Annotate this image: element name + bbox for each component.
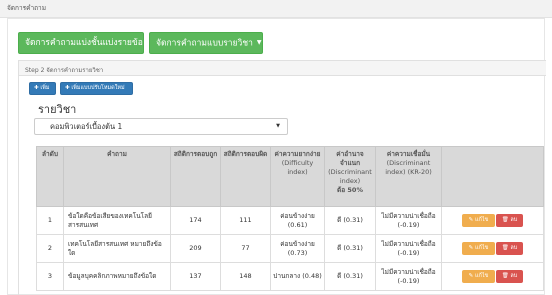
header-wrong: สถิติการตอบผิด <box>220 146 271 207</box>
row-reliability: ไม่มีความน่าเชื่อถือ (-0.19) <box>375 234 442 263</box>
edit-label: แก้ไข <box>474 217 489 223</box>
header-difficulty-label: ค่าความยากง่าย <box>274 150 321 158</box>
caret-down-icon: ▼ <box>256 39 262 46</box>
row-wrong: 111 <box>220 206 271 235</box>
row-question: ข้อใดคือข้อเสียของเทคโนโลยีสารสนเทศ <box>63 206 171 235</box>
row-wrong: 77 <box>220 234 271 263</box>
delete-label: ลบ <box>510 245 518 251</box>
plus-icon: ✚ <box>65 85 70 91</box>
trash-icon: 🗑 <box>501 273 509 279</box>
row-actions: ✎ แก้ไข 🗑 ลบ <box>441 262 544 291</box>
row-correct: 137 <box>170 262 221 291</box>
row-correct: 209 <box>170 234 221 263</box>
row-discrimination: ดี (0.31) <box>324 262 376 291</box>
header-discrimination-note: ต้อ 50% <box>337 186 363 194</box>
row-reliability: ไม่มีความน่าเชื่อถือ (-0.19) <box>375 262 442 291</box>
manage-by-subject-label: จัดการคำถามแบบรายวิชา <box>156 38 253 49</box>
table-row: 2 เทคโนโลยีสารสนเทศ หมายถึงข้อใด 209 77 … <box>36 234 544 263</box>
header-question: คำถาม <box>63 146 171 207</box>
pencil-icon: ✎ <box>468 273 474 279</box>
table-row: 3 ข้อมูลบุคคลิกภาพหมายถึงข้อใด 137 148 ป… <box>36 262 544 291</box>
add-new-mode-label: เพิ่มแบบปรับโหมดใหม่ <box>71 85 125 91</box>
row-correct: 174 <box>170 206 221 235</box>
subject-select[interactable]: คอมพิวเตอร์เบื้องต้น 1 ▼ <box>34 118 288 135</box>
header-correct: สถิติการตอบถูก <box>170 146 221 207</box>
row-discrimination: ดี (0.31) <box>324 206 376 235</box>
manage-by-subject-dropdown-button[interactable]: จัดการคำถามแบบรายวิชา ▼ <box>149 32 263 54</box>
row-question: ข้อมูลบุคคลิกภาพหมายถึงข้อใด <box>63 262 171 291</box>
add-label: เพิ่ม <box>40 85 50 91</box>
row-actions: ✎ แก้ไข 🗑 ลบ <box>441 234 544 263</box>
row-difficulty: ปานกลาง (0.48) <box>270 262 325 291</box>
main-panel: จัดการคำถามแบ่งชั้นแบ่งรายข้อ จัดการคำถา… <box>7 18 546 295</box>
subject-select-value: คอมพิวเตอร์เบื้องต้น 1 <box>50 122 123 131</box>
header-discrimination: ค่าอำนาจจำแนก (Discriminant index) ต้อ 5… <box>324 146 376 207</box>
delete-label: ลบ <box>510 273 518 279</box>
plus-icon: ✚ <box>34 85 39 91</box>
pencil-icon: ✎ <box>468 217 474 223</box>
manage-by-part-label: จัดการคำถามแบ่งชั้นแบ่งรายข้อ <box>25 38 143 48</box>
edit-label: แก้ไข <box>474 245 489 251</box>
edit-label: แก้ไข <box>474 273 489 279</box>
row-no: 2 <box>36 234 64 263</box>
table-row: 1 ข้อใดคือข้อเสียของเทคโนโลยีสารสนเทศ 17… <box>36 206 544 235</box>
header-actions <box>441 146 544 207</box>
trash-icon: 🗑 <box>501 217 509 223</box>
row-wrong: 148 <box>220 262 271 291</box>
row-actions: ✎ แก้ไข 🗑 ลบ <box>441 206 544 235</box>
header-reliability-sub: (Discriminant index) (KR-20) <box>385 159 432 176</box>
delete-button[interactable]: 🗑 ลบ <box>496 242 523 255</box>
manage-by-part-button[interactable]: จัดการคำถามแบ่งชั้นแบ่งรายข้อ <box>18 32 144 54</box>
row-discrimination: ดี (0.31) <box>324 234 376 263</box>
trash-icon: 🗑 <box>501 245 509 251</box>
row-difficulty: ค่อนข้างง่าย (0.61) <box>270 206 325 235</box>
row-no: 1 <box>36 206 64 235</box>
step-header: Step 2 จัดการคำถามรายวิชา <box>19 61 546 76</box>
header-discrimination-label: ค่าอำนาจจำแนก <box>336 150 364 167</box>
row-difficulty: ค่อนข้างง่าย (0.73) <box>270 234 325 263</box>
edit-button[interactable]: ✎ แก้ไข <box>462 214 495 227</box>
header-reliability: ค่าความเชื่อมั่น (Discriminant index) (K… <box>375 146 442 207</box>
edit-button[interactable]: ✎ แก้ไข <box>462 270 495 283</box>
table-header-row: ลำดับ คำถาม สถิติการตอบถูก สถิติการตอบผิ… <box>36 146 544 207</box>
delete-label: ลบ <box>510 217 518 223</box>
header-difficulty-sub: (Difficulty index) <box>281 159 314 176</box>
top-bar: จัดการคำถาม <box>0 0 552 18</box>
subject-heading: รายวิชา <box>38 103 77 116</box>
header-discrimination-sub: (Discriminant index) <box>328 168 372 185</box>
pencil-icon: ✎ <box>468 245 474 251</box>
row-no: 3 <box>36 262 64 291</box>
header-no: ลำดับ <box>36 146 64 207</box>
add-new-mode-button[interactable]: ✚ เพิ่มแบบปรับโหมดใหม่ <box>60 82 133 95</box>
add-button[interactable]: ✚ เพิ่ม <box>29 82 56 95</box>
header-difficulty: ค่าความยากง่าย (Difficulty index) <box>270 146 325 207</box>
delete-button[interactable]: 🗑 ลบ <box>496 214 523 227</box>
delete-button[interactable]: 🗑 ลบ <box>496 270 523 283</box>
row-question: เทคโนโลยีสารสนเทศ หมายถึงข้อใด <box>63 234 171 263</box>
caret-down-icon: ▼ <box>276 123 280 129</box>
edit-button[interactable]: ✎ แก้ไข <box>462 242 495 255</box>
row-reliability: ไม่มีความน่าเชื่อถือ (-0.19) <box>375 206 442 235</box>
step-panel: Step 2 จัดการคำถามรายวิชา ✚ เพิ่ม ✚ เพิ่… <box>18 60 546 295</box>
questions-table: ลำดับ คำถาม สถิติการตอบถูก สถิติการตอบผิ… <box>36 146 544 291</box>
page-title: จัดการคำถาม <box>7 4 46 12</box>
header-reliability-label: ค่าความเชื่อมั่น <box>386 150 431 158</box>
